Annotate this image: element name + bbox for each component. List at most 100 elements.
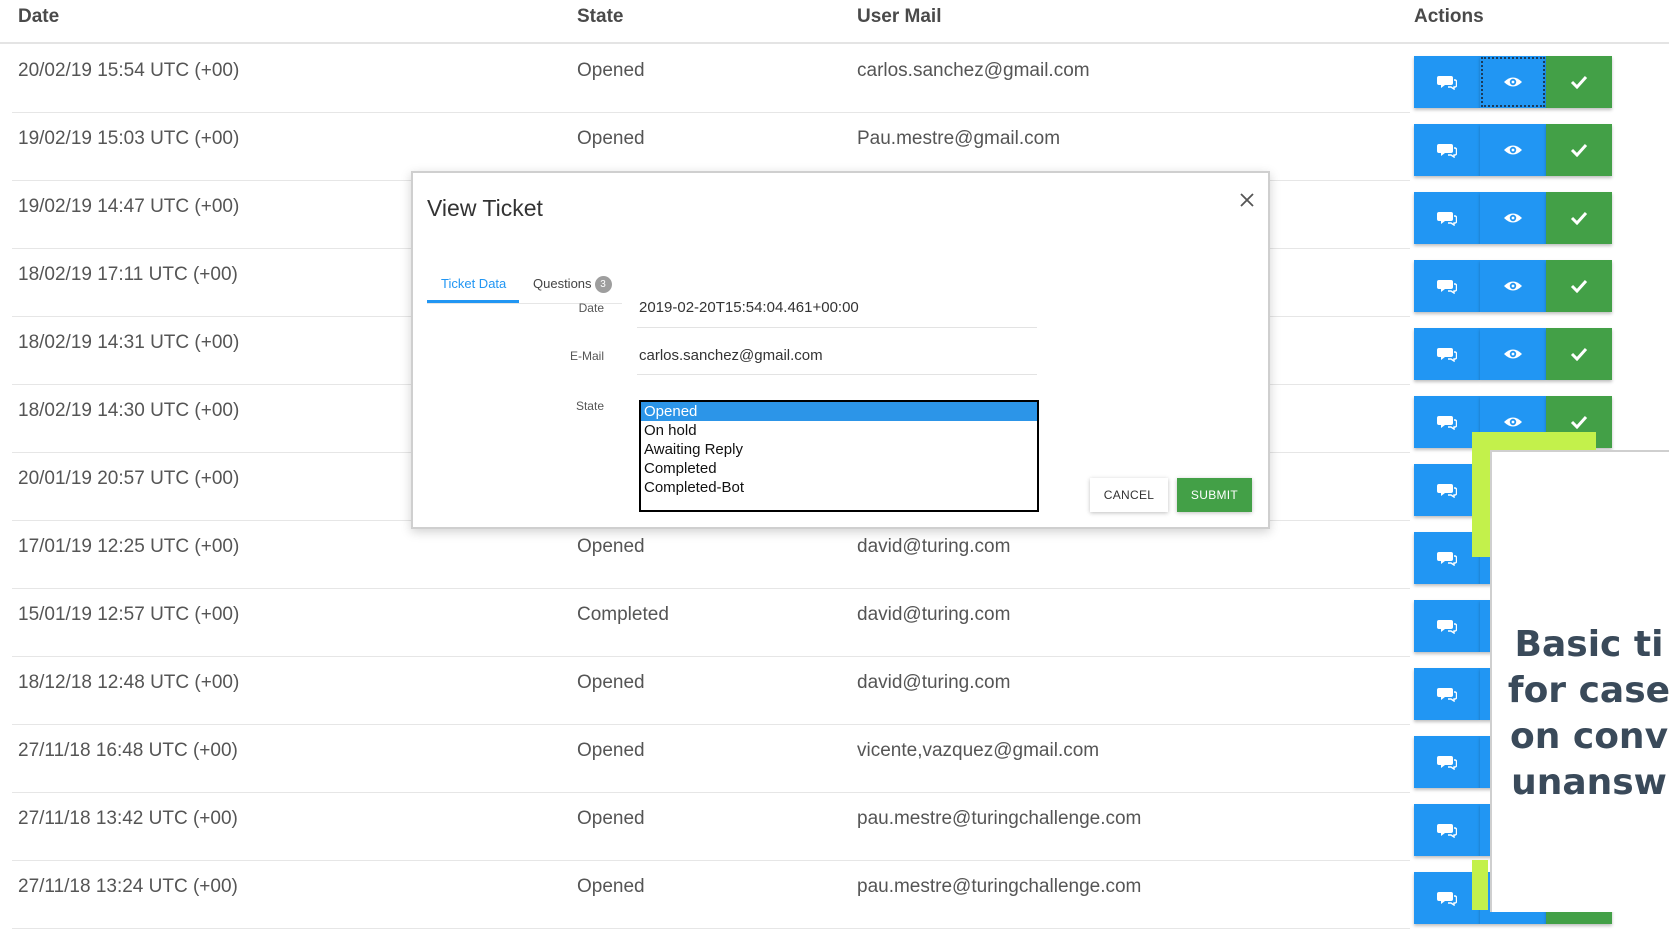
chat-button[interactable] (1414, 872, 1480, 924)
row-date: 27/11/18 16:48 UTC (+00) (18, 740, 238, 761)
row-date: 27/11/18 13:24 UTC (+00) (18, 876, 238, 897)
tab-ticket-data[interactable]: Ticket Data (441, 276, 506, 291)
row-date: 18/02/19 14:30 UTC (+00) (18, 400, 240, 421)
modal-title: View Ticket (427, 195, 543, 221)
row-state: Opened (577, 808, 645, 829)
eye-icon (1503, 279, 1523, 293)
row-user-mail: david@turing.com (857, 536, 1011, 557)
chat-button[interactable] (1414, 328, 1480, 380)
row-actions (1414, 260, 1612, 312)
state-select-listbox[interactable]: Opened On hold Awaiting Reply Completed Comp… (639, 400, 1039, 512)
check-icon (1570, 211, 1588, 225)
chat-icon (1437, 346, 1457, 362)
check-button[interactable] (1546, 328, 1612, 380)
chat-button[interactable] (1414, 124, 1480, 176)
date-label: Date (578, 301, 604, 315)
row-date: 19/02/19 15:03 UTC (+00) (18, 128, 240, 149)
chat-button[interactable] (1414, 736, 1480, 788)
chat-icon (1437, 414, 1457, 430)
row-user-mail: david@turing.com (857, 604, 1011, 625)
chat-icon (1437, 550, 1457, 566)
submit-button[interactable]: SUBMIT (1177, 478, 1252, 512)
eye-icon (1503, 143, 1523, 157)
view-ticket-modal: View Ticket Ticket Data Questions 3 Date … (411, 171, 1270, 529)
row-state: Opened (577, 740, 645, 761)
table-row[interactable]: 27/11/18 16:48 UTC (+00) Opened vicente,va… (12, 724, 1612, 793)
chat-button[interactable] (1414, 600, 1480, 652)
column-header-user-mail[interactable]: User Mail (857, 6, 941, 28)
eye-button[interactable] (1480, 192, 1546, 244)
row-date: 18/02/19 14:31 UTC (+00) (18, 332, 240, 353)
tab-questions-label: Questions (533, 276, 592, 291)
check-icon (1570, 279, 1588, 293)
row-date: 17/01/19 12:25 UTC (+00) (18, 536, 240, 557)
state-option[interactable]: Completed-Bot (641, 478, 1037, 497)
row-date: 20/02/19 15:54 UTC (+00) (18, 60, 240, 81)
cancel-button[interactable]: CANCEL (1090, 478, 1168, 512)
row-actions (1414, 124, 1612, 176)
chat-icon (1437, 686, 1457, 702)
table-row[interactable]: 15/01/19 12:57 UTC (+00) Completed david@t… (12, 588, 1612, 657)
questions-count-badge: 3 (594, 276, 612, 294)
row-user-mail: carlos.sanchez@gmail.com (857, 60, 1090, 81)
state-option[interactable]: Awaiting Reply (641, 440, 1037, 459)
chat-button[interactable] (1414, 260, 1480, 312)
row-state: Opened (577, 876, 645, 897)
eye-icon (1503, 415, 1523, 429)
state-option[interactable]: On hold (641, 421, 1037, 440)
chat-button[interactable] (1414, 192, 1480, 244)
eye-button[interactable] (1480, 56, 1546, 108)
check-button[interactable] (1546, 124, 1612, 176)
column-header-date[interactable]: Date (18, 6, 59, 28)
table-row[interactable]: 18/12/18 12:48 UTC (+00) Opened david@turi… (12, 656, 1612, 725)
chat-button[interactable] (1414, 668, 1480, 720)
check-button[interactable] (1546, 192, 1612, 244)
check-button[interactable] (1546, 56, 1612, 108)
state-option[interactable]: Completed (641, 459, 1037, 478)
row-state: Opened (577, 128, 645, 149)
row-user-mail: david@turing.com (857, 672, 1011, 693)
row-state: Opened (577, 60, 645, 81)
date-value: 2019-02-20T15:54:04.461+00:00 (639, 299, 859, 316)
row-date: 18/02/19 17:11 UTC (+00) (18, 264, 238, 285)
date-underline (637, 327, 1037, 328)
eye-button[interactable] (1480, 328, 1546, 380)
eye-button[interactable] (1480, 124, 1546, 176)
overlay-callout-card: Basic ti for case on conv unansw (1490, 450, 1669, 912)
row-user-mail: pau.mestre@turingchallenge.com (857, 876, 1142, 897)
table-row[interactable]: 27/11/18 13:42 UTC (+00) Opened pau.mestre… (12, 792, 1612, 861)
row-date: 27/11/18 13:42 UTC (+00) (18, 808, 238, 829)
eye-button[interactable] (1480, 260, 1546, 312)
chat-icon (1437, 210, 1457, 226)
table-row[interactable]: 17/01/19 12:25 UTC (+00) Opened david@turi… (12, 520, 1612, 589)
email-label: E-Mail (569, 349, 604, 363)
check-icon (1570, 415, 1588, 429)
row-state: Opened (577, 672, 645, 693)
row-date: 19/02/19 14:47 UTC (+00) (18, 196, 240, 217)
chat-icon (1437, 278, 1457, 294)
table-row[interactable]: 20/02/19 15:54 UTC (+00) Opened carlos.san… (12, 44, 1612, 113)
chat-button[interactable] (1414, 532, 1480, 584)
state-option[interactable]: Opened (641, 402, 1037, 421)
overlay-line: for case (1507, 670, 1669, 711)
chat-icon (1437, 890, 1457, 906)
chat-button[interactable] (1414, 396, 1480, 448)
tab-questions[interactable]: Questions 3 (533, 276, 612, 294)
chat-button[interactable] (1414, 804, 1480, 856)
eye-icon (1503, 347, 1523, 361)
chat-icon (1437, 74, 1457, 90)
chat-button[interactable] (1414, 464, 1480, 516)
chat-button[interactable] (1414, 56, 1480, 108)
row-state: Completed (577, 604, 669, 625)
close-icon[interactable] (1236, 189, 1258, 211)
table-row[interactable]: 27/11/18 13:24 UTC (+00) Opened pau.mestre… (12, 860, 1612, 929)
check-button[interactable] (1546, 260, 1612, 312)
column-header-state[interactable]: State (577, 6, 623, 28)
chat-icon (1437, 822, 1457, 838)
modal-tabs: Ticket Data Questions 3 (427, 267, 622, 304)
eye-icon (1503, 211, 1523, 225)
row-state: Opened (577, 536, 645, 557)
chat-icon (1437, 482, 1457, 498)
decorative-lime-bar (1472, 860, 1488, 910)
overlay-line: unansw (1511, 762, 1667, 803)
